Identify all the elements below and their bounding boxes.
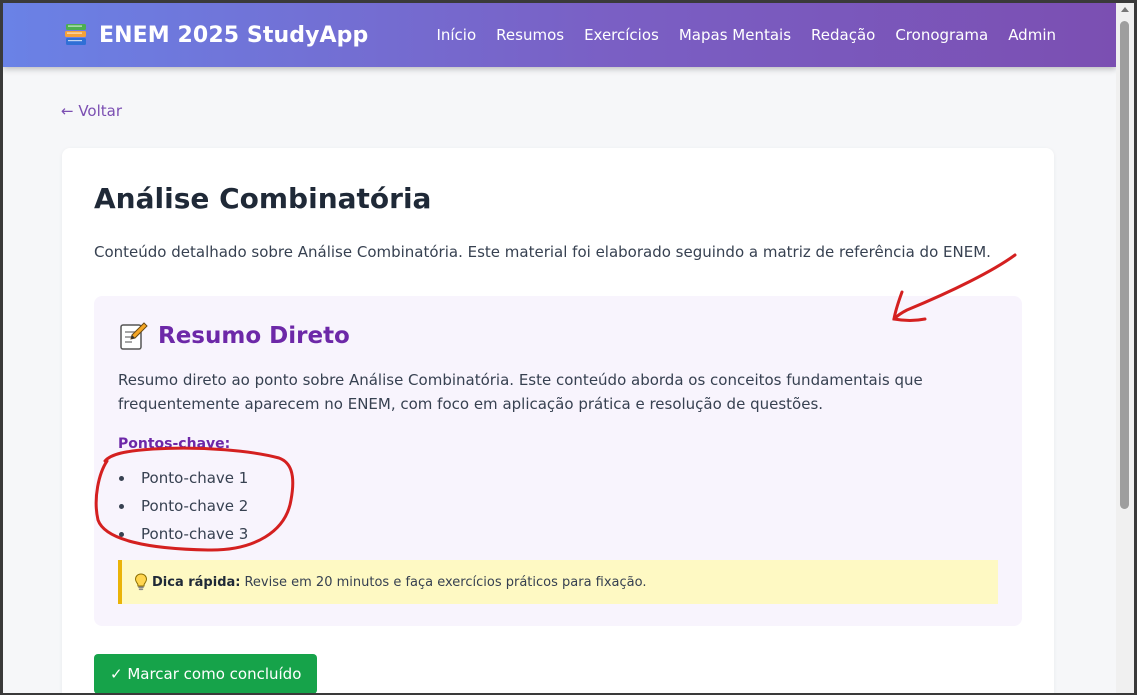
nav-admin[interactable]: Admin [1008,26,1056,44]
nav-inicio[interactable]: Início [436,26,476,44]
key-points-label: Pontos-chave: [118,436,231,452]
lightbulb-icon [134,573,148,591]
brand[interactable]: ENEM 2025 StudyApp [63,23,368,48]
back-link[interactable]: ← Voltar [61,102,122,120]
nav-resumos[interactable]: Resumos [496,26,564,44]
intro-text: Conteúdo detalhado sobre Análise Combina… [94,243,991,261]
list-item: Ponto-chave 3 [118,520,248,548]
vertical-scrollbar[interactable] [1116,3,1134,693]
tip-text: Revise em 20 minutos e faça exercícios p… [244,574,647,590]
quick-tip: Dica rápida: Revise em 20 minutos e faça… [118,560,998,604]
summary-header: Resumo Direto [118,321,350,351]
scroll-up-arrow-icon[interactable] [1121,7,1129,12]
memo-icon [118,321,148,351]
list-item: Ponto-chave 1 [118,464,248,492]
summary-text: Resumo direto ao ponto sobre Análise Com… [118,371,923,413]
list-item: Ponto-chave 2 [118,492,248,520]
mark-complete-button[interactable]: ✓ Marcar como concluído [94,654,318,693]
browser-viewport: ENEM 2025 StudyApp Início Resumos Exercí… [3,3,1116,693]
key-points-list: Ponto-chave 1 Ponto-chave 2 Ponto-chave … [118,464,248,548]
summary-box: Resumo Direto Resumo direto ao ponto sob… [94,296,1022,626]
app-title: ENEM 2025 StudyApp [99,22,369,48]
books-icon [63,23,89,47]
content-card: Análise Combinatória Conteúdo detalhado … [62,148,1054,693]
scrollbar-thumb[interactable] [1120,21,1129,509]
nav-cronograma[interactable]: Cronograma [895,26,988,44]
top-navbar: ENEM 2025 StudyApp Início Resumos Exercí… [3,3,1116,67]
main-nav: Início Resumos Exercícios Mapas Mentais … [436,26,1056,44]
nav-mapas-mentais[interactable]: Mapas Mentais [679,26,791,44]
summary-title: Resumo Direto [158,323,350,349]
page-title: Análise Combinatória [94,182,432,215]
nav-redacao[interactable]: Redação [811,26,875,44]
nav-exercicios[interactable]: Exercícios [584,26,659,44]
tip-label: Dica rápida: [152,574,241,590]
